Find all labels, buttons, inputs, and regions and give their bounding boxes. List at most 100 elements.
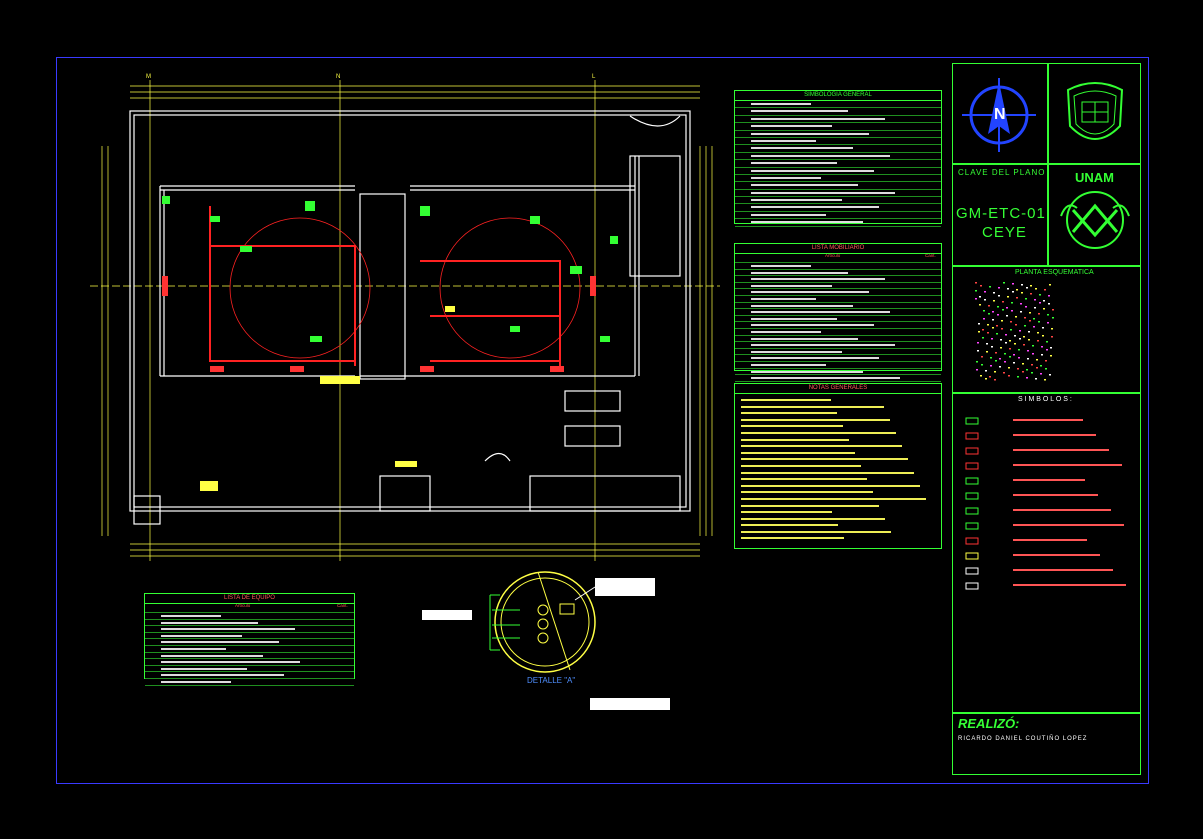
thumb-dot	[1049, 284, 1051, 286]
thumb-dot	[1019, 338, 1021, 340]
grid-marker-l: L	[592, 74, 596, 80]
thumb-dot	[994, 379, 996, 381]
thumb-dot	[1018, 349, 1020, 351]
thumb-dot	[1042, 335, 1044, 337]
thumb-dot	[999, 358, 1001, 360]
thumb-dot	[1013, 362, 1015, 364]
thumb-dot	[1027, 358, 1029, 360]
thumb-dot	[1022, 371, 1024, 373]
thumb-dot	[1031, 364, 1033, 366]
thumb-dot	[1032, 345, 1034, 347]
thumb-dot	[1011, 302, 1013, 304]
thumb-dot	[1014, 335, 1016, 337]
thumb-dot	[1020, 311, 1022, 313]
thumb-dot	[1050, 347, 1052, 349]
legend-symbol	[965, 537, 979, 545]
thumb-dot	[1028, 331, 1030, 333]
thumb-dot	[1046, 349, 1048, 351]
detail-a-label: DETALLE "A"	[527, 676, 576, 685]
legend-symbol	[965, 522, 979, 530]
thumb-dot	[1033, 326, 1035, 328]
table-row	[735, 270, 941, 277]
note-line	[735, 423, 941, 430]
thumb-dot	[993, 292, 995, 294]
thumb-dot	[989, 376, 991, 378]
thumb-dot	[1015, 316, 1017, 318]
note-line	[735, 443, 941, 450]
thumb-dot	[1009, 348, 1011, 350]
thumb-dot	[1042, 327, 1044, 329]
note-line	[735, 529, 941, 536]
clave-title: CLAVE DEL PLANO	[958, 168, 1046, 177]
compass-letter: N	[994, 106, 1006, 123]
thumb-dot	[985, 370, 987, 372]
legend-text-block	[1013, 539, 1087, 541]
table-row	[735, 342, 941, 349]
table-row	[735, 329, 941, 336]
thumb-dot	[1029, 312, 1031, 314]
thumb-dot	[1008, 367, 1010, 369]
table-row	[735, 309, 941, 316]
thumb-dot	[996, 333, 998, 335]
legend-text-block	[1013, 464, 1122, 466]
table-row	[735, 263, 941, 270]
thumb-dot	[1015, 324, 1017, 326]
table-row	[735, 212, 941, 220]
thumb-dot	[982, 329, 984, 331]
thumb-dot	[1034, 299, 1036, 301]
note-line	[735, 522, 941, 529]
thumb-dot	[1021, 292, 1023, 294]
table-row	[145, 633, 354, 640]
thumb-dot	[976, 369, 978, 371]
thumb-dot	[980, 375, 982, 377]
thumb-dot	[981, 364, 983, 366]
thumb-dot	[1024, 317, 1026, 319]
legend-symbol	[965, 477, 979, 485]
thumb-dot	[1033, 318, 1035, 320]
thumb-dot	[1050, 355, 1052, 357]
thumb-dot	[1010, 329, 1012, 331]
thumb-dot	[1036, 367, 1038, 369]
thumb-dot	[1052, 309, 1054, 311]
legend-symbol	[965, 462, 979, 470]
thumb-dot	[1014, 343, 1016, 345]
table-row	[145, 646, 354, 653]
table-row	[145, 659, 354, 666]
thumb-dot	[1028, 339, 1030, 341]
table-row	[145, 672, 354, 679]
thumb-dot	[1039, 302, 1041, 304]
north-arrow-icon: N	[960, 76, 1038, 154]
schematic-plan-thumbnail	[975, 282, 1055, 382]
table-row	[735, 336, 941, 343]
thumb-dot	[1000, 347, 1002, 349]
note-line	[735, 470, 941, 477]
thumb-dot	[1040, 365, 1042, 367]
thumb-dot	[988, 313, 990, 315]
thumb-dot	[1000, 339, 1002, 341]
thumb-dot	[983, 310, 985, 312]
thumb-dot	[1035, 288, 1037, 290]
table-row	[735, 123, 941, 131]
thumb-dot	[999, 366, 1001, 368]
thumb-dot	[1010, 321, 1012, 323]
thumb-dot	[1025, 306, 1027, 308]
note-line	[735, 476, 941, 483]
floor-plan: M N L	[90, 74, 720, 566]
table-row	[145, 613, 354, 620]
mobiliario-table: LISTA MOBILIARIO Artículo Cant.	[734, 243, 942, 382]
coat-of-arms-icon	[1060, 76, 1130, 154]
thumb-dot	[1012, 291, 1014, 293]
note-line	[735, 463, 941, 470]
thumb-dot	[991, 346, 993, 348]
thumb-dot	[1016, 297, 1018, 299]
thumb-dot	[987, 324, 989, 326]
thumb-dot	[995, 352, 997, 354]
thumb-dot	[1023, 336, 1025, 338]
table-row	[735, 138, 941, 146]
thumb-dot	[1026, 369, 1028, 371]
simbologia-title: SIMBOLOGIA GENERAL	[735, 91, 941, 101]
table-row	[735, 296, 941, 303]
thumb-dot	[997, 306, 999, 308]
thumb-dot	[991, 338, 993, 340]
thumb-dot	[1047, 314, 1049, 316]
